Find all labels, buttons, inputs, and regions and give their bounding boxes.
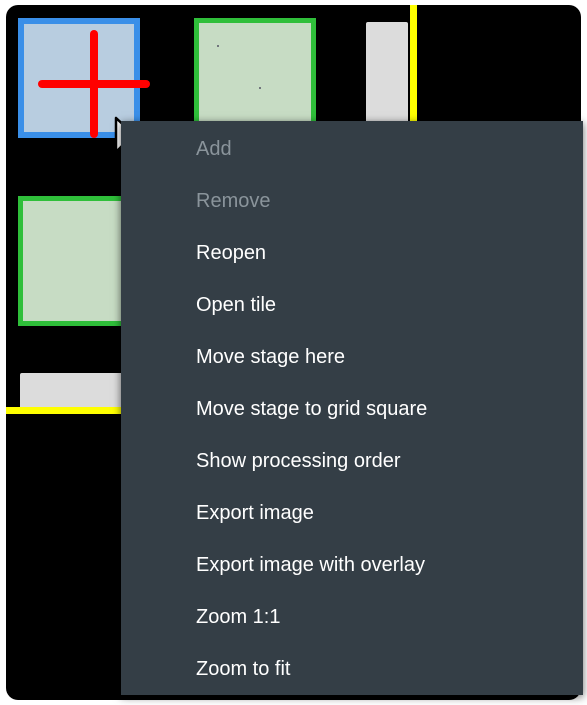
menu-item-show-processing-order[interactable]: Show processing order <box>121 435 583 487</box>
menu-item-zoom-to-fit[interactable]: Zoom to fit <box>121 643 583 695</box>
menu-item-zoom-1-1[interactable]: Zoom 1:1 <box>121 591 583 643</box>
menu-item-move-stage-to-grid-square[interactable]: Move stage to grid square <box>121 383 583 435</box>
speck <box>217 45 219 47</box>
speck <box>259 87 261 89</box>
context-menu: Add Remove Reopen Open tile Move stage h… <box>121 121 583 695</box>
grid-square-green[interactable] <box>18 196 128 326</box>
boundary-line-vertical <box>410 5 417 125</box>
boundary-line-horizontal <box>6 407 128 414</box>
menu-item-open-tile[interactable]: Open tile <box>121 279 583 331</box>
grid-square-green[interactable] <box>194 18 316 136</box>
menu-item-move-stage-here[interactable]: Move stage here <box>121 331 583 383</box>
menu-item-remove: Remove <box>196 189 271 212</box>
grid-square-gray[interactable] <box>20 373 128 409</box>
menu-item-export-image[interactable]: Export image <box>121 487 583 539</box>
menu-item-export-image-with-overlay[interactable]: Export image with overlay <box>121 539 583 591</box>
menu-item-add: Add <box>196 137 232 160</box>
menu-item-reopen[interactable]: Reopen <box>121 227 583 279</box>
